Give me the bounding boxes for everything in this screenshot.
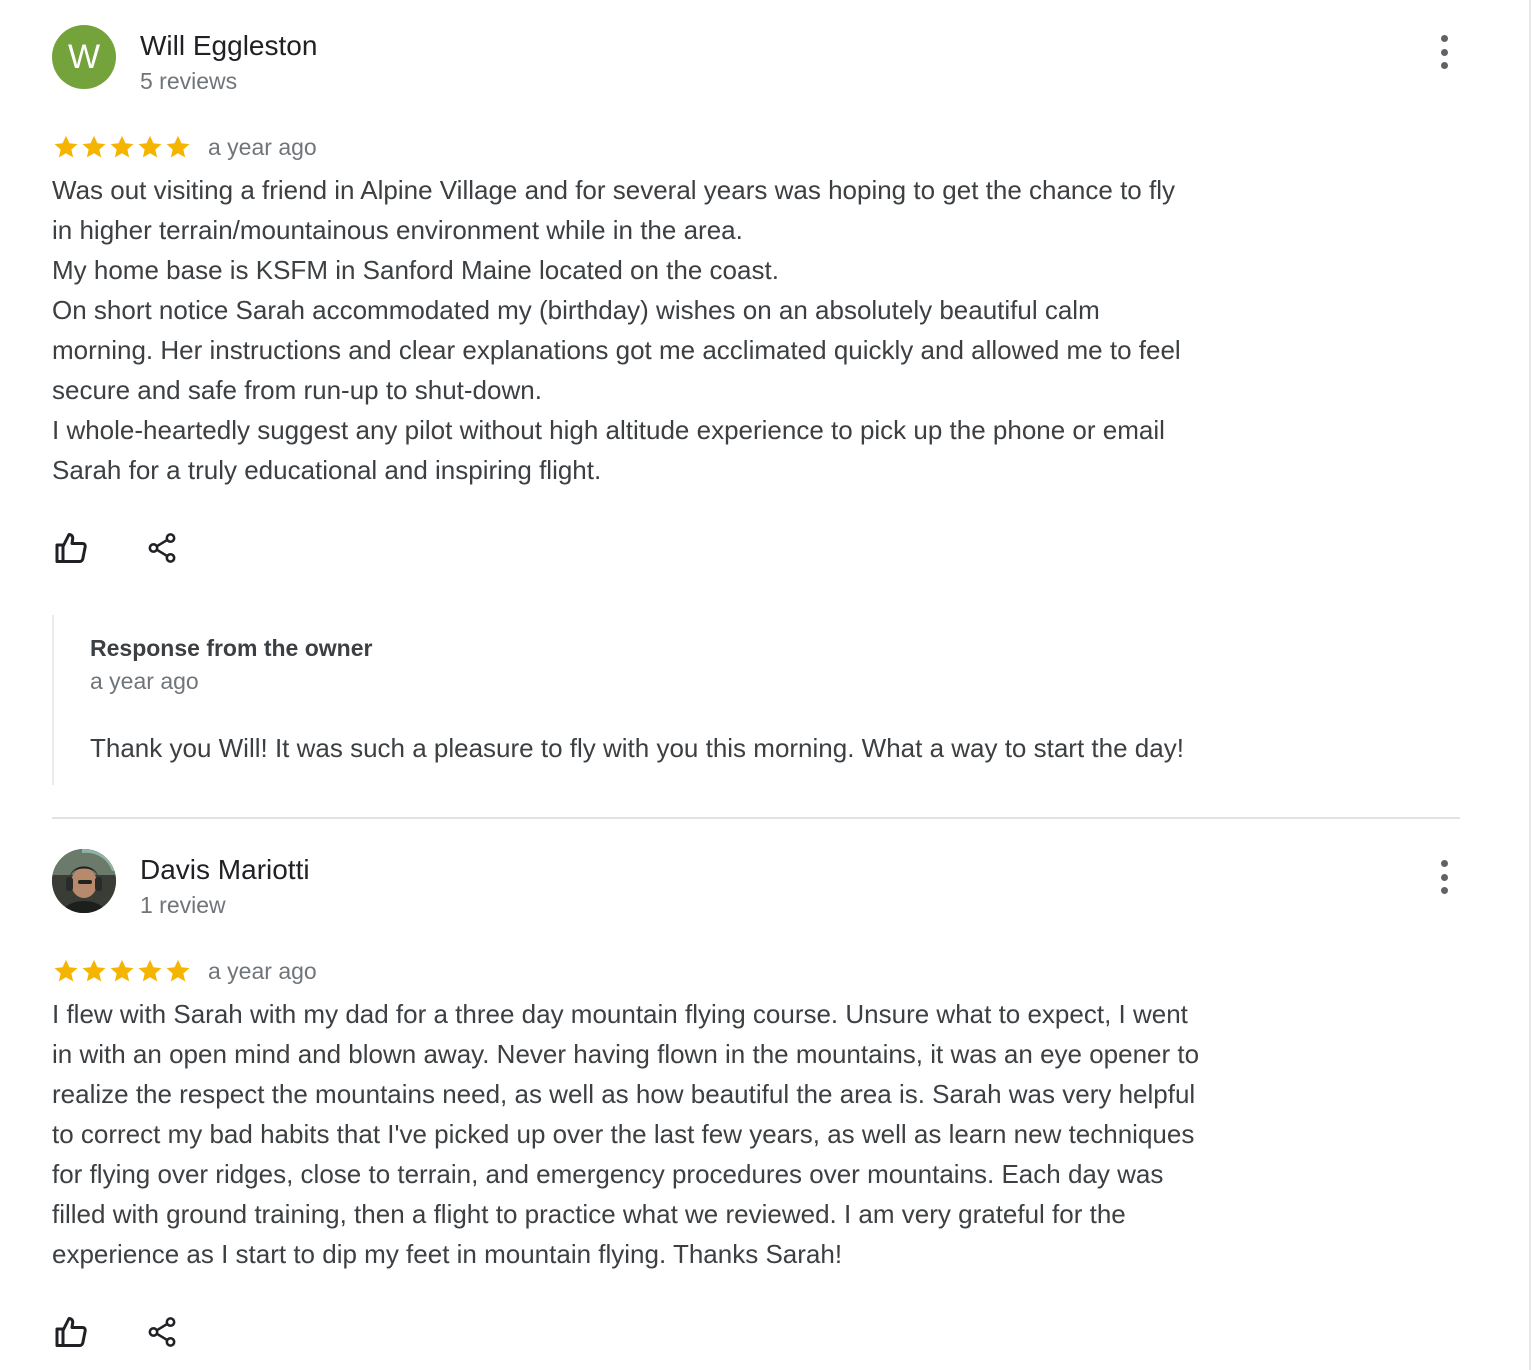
owner-response-title: Response from the owner: [90, 635, 373, 661]
share-button[interactable]: [142, 1312, 182, 1352]
avatar-photo: [52, 849, 116, 913]
review-text-line: to correct my bad habits that I've picke…: [52, 1119, 1195, 1149]
thumbs-up-icon: [55, 1317, 87, 1347]
review-text-line: morning. Her instructions and clear expl…: [52, 335, 1181, 365]
review-text-line: My home base is KSFM in Sanford Maine lo…: [52, 255, 779, 285]
more-options-button[interactable]: [1432, 860, 1456, 894]
more-options-button[interactable]: [1432, 35, 1456, 69]
review-text-line: I whole-heartedly suggest any pilot with…: [52, 415, 1165, 445]
avatar[interactable]: W: [52, 25, 116, 89]
review-text: I flew with Sarah with my dad for a thre…: [52, 994, 1312, 1274]
avatar-letter: W: [67, 37, 101, 76]
star-icon: [54, 135, 78, 158]
reviews-page: W Will Eggleston 5 reviews a year ago Wa…: [0, 0, 1531, 1370]
rating-row: a year ago: [52, 133, 317, 161]
star-icon: [110, 135, 134, 158]
review-date: a year ago: [208, 133, 317, 160]
star-icon: [138, 959, 162, 982]
reviewer-name[interactable]: Will Eggleston: [140, 30, 317, 62]
review-date: a year ago: [208, 957, 317, 984]
review-text-line: I flew with Sarah with my dad for a thre…: [52, 999, 1188, 1029]
reviewer-review-count[interactable]: 1 review: [140, 892, 226, 919]
review-text-line: for flying over ridges, close to terrain…: [52, 1159, 1164, 1189]
review-card: Davis Mariotti 1 review a year ago I fle…: [52, 824, 1472, 1370]
review-text-line: On short notice Sarah accommodated my (b…: [52, 295, 1100, 325]
review-text-line: Sarah for a truly educational and inspir…: [52, 455, 602, 485]
review-text: Was out visiting a friend in Alpine Vill…: [52, 170, 1312, 490]
avatar[interactable]: [52, 849, 116, 913]
share-icon: [148, 533, 176, 563]
review-text-line: Was out visiting a friend in Alpine Vill…: [52, 175, 1175, 205]
reviewer-review-count[interactable]: 5 reviews: [140, 68, 237, 95]
more-vertical-icon-dot: [1440, 887, 1448, 894]
review-actions: [52, 528, 182, 568]
owner-response: Response from the owner a year ago Thank…: [52, 615, 1352, 785]
more-vertical-icon-dot: [1440, 873, 1448, 881]
owner-response-text: Thank you Will! It was such a pleasure t…: [90, 733, 1184, 763]
star-rating: [52, 957, 192, 985]
star-icon: [54, 959, 78, 982]
more-vertical-icon-dot: [1440, 62, 1448, 69]
star-icon: [166, 959, 190, 982]
star-rating: [52, 133, 192, 161]
owner-response-date: a year ago: [90, 668, 199, 694]
like-button[interactable]: [52, 528, 92, 568]
thumbs-up-icon: [55, 533, 87, 563]
review-text-line: in with an open mind and blown away. Nev…: [52, 1039, 1200, 1069]
star-icon: [138, 135, 162, 158]
more-vertical-icon-dot: [1440, 48, 1448, 56]
star-icon: [166, 135, 190, 158]
review-text-line: filled with ground training, then a flig…: [52, 1199, 1126, 1229]
review-actions: [52, 1312, 182, 1352]
review-divider: [52, 817, 1460, 819]
rating-row: a year ago: [52, 957, 317, 985]
review-text-line: secure and safe from run-up to shut-down…: [52, 375, 542, 405]
star-icon: [82, 959, 106, 982]
share-icon: [148, 1317, 176, 1347]
star-icon: [110, 959, 134, 982]
more-vertical-icon: [1440, 860, 1448, 867]
star-icon: [82, 135, 106, 158]
review-text-line: experience as I start to dip my feet in …: [52, 1239, 843, 1269]
like-button[interactable]: [52, 1312, 92, 1352]
review-card: W Will Eggleston 5 reviews a year ago Wa…: [52, 0, 1472, 800]
reviewer-name[interactable]: Davis Mariotti: [140, 854, 310, 886]
share-button[interactable]: [142, 528, 182, 568]
review-text-line: in higher terrain/mountainous environmen…: [52, 215, 743, 245]
more-vertical-icon: [1440, 35, 1448, 42]
review-text-line: realize the respect the mountains need, …: [52, 1079, 1196, 1109]
